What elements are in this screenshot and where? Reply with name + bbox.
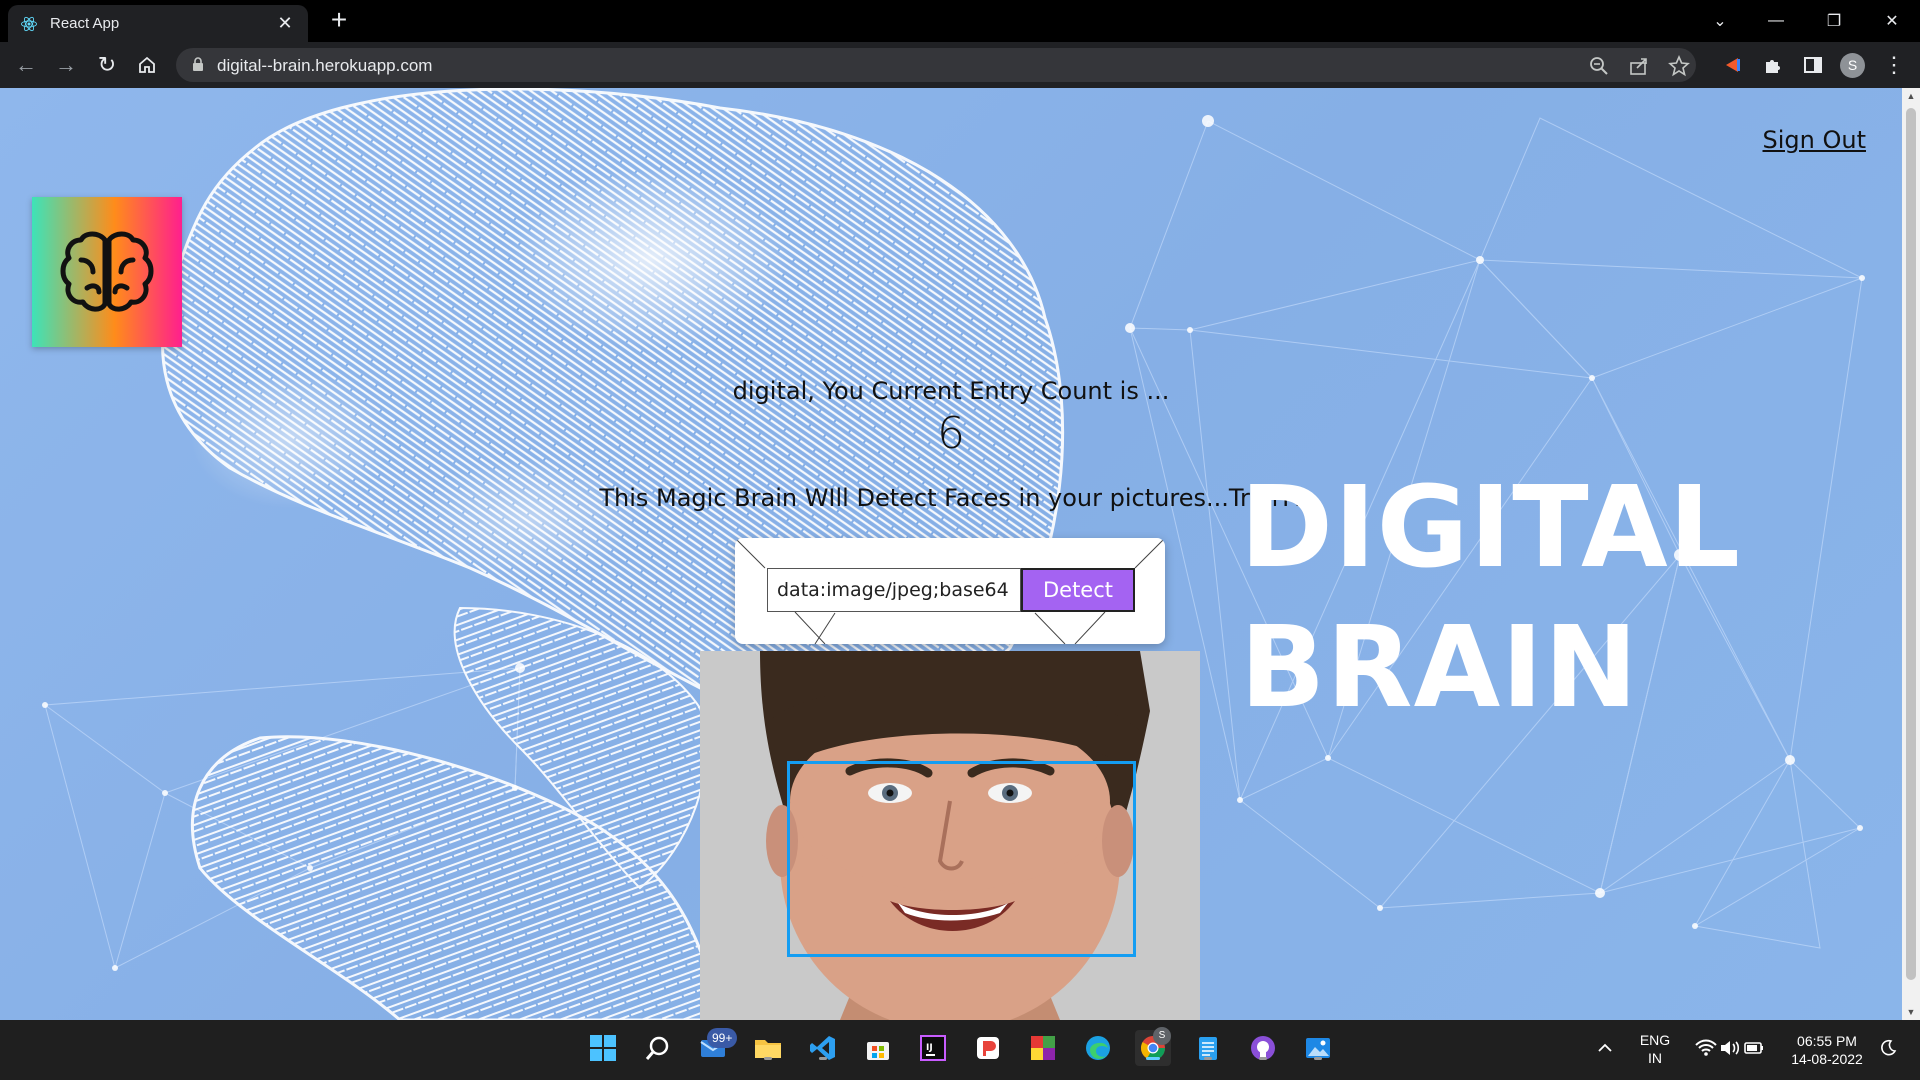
bookmark-star-icon[interactable] [1668,55,1690,77]
language-line1: ENG [1639,1032,1671,1048]
taskbar-photos[interactable] [1300,1030,1336,1066]
extension-icon[interactable] [1722,54,1744,76]
title-line-digital: DIGITAL [1240,463,1741,593]
battery-icon [1744,1042,1763,1054]
browser-toolbar: ← → ↻ digital--brain.herokuapp.com S ⋮ [0,42,1920,88]
running-indicator [1314,1057,1322,1060]
entry-count-value: 6 [937,408,965,459]
page-title: DIGITAL BRAIN [1240,458,1741,738]
brain-icon [60,231,154,312]
notifications-button[interactable] [1876,1030,1900,1066]
address-bar[interactable]: digital--brain.herokuapp.com [176,48,1696,82]
taskbar-store[interactable] [860,1030,896,1066]
clock-time: 06:55 PM [1797,1033,1857,1049]
detect-button[interactable]: Detect [1021,568,1135,612]
scroll-down-arrow-icon[interactable]: ▼ [1902,1004,1920,1020]
tab-title: React App [50,15,120,32]
entry-count-message: digital, You Current Entry Count is ... [732,377,1170,405]
notes-icon [977,1037,999,1059]
side-panel-icon[interactable] [1802,54,1824,76]
face-bounding-box [787,761,1136,957]
clock[interactable]: 06:55 PM 14-08-2022 [1774,1032,1880,1068]
edge-icon [1086,1036,1110,1060]
taskbar-notepad[interactable] [1190,1030,1226,1066]
grid-app-icon [1031,1036,1055,1060]
forward-button[interactable]: → [50,50,82,80]
scroll-thumb[interactable] [1906,108,1916,980]
windows-icon [590,1035,616,1061]
language-line2: IN [1648,1050,1662,1066]
tab-strip: React App ✕ + ⌄ — ❐ ✕ [0,0,1920,42]
profile-avatar[interactable]: S [1840,53,1865,78]
running-indicator [1204,1057,1212,1060]
moon-icon [1881,1039,1897,1056]
wifi-icon [1695,1039,1717,1056]
start-button[interactable] [585,1030,621,1066]
language-indicator[interactable]: ENG IN [1630,1031,1680,1067]
svg-text:IJ: IJ [926,1043,933,1053]
taskbar-notes-app[interactable] [970,1030,1006,1066]
zoom-icon[interactable] [1588,55,1610,77]
search-icon [645,1036,669,1060]
close-window-button[interactable]: ✕ [1864,0,1920,42]
home-icon [139,56,155,73]
taskbar-file-explorer[interactable] [750,1030,786,1066]
react-icon [21,16,37,31]
restore-button[interactable]: ❐ [1806,0,1862,42]
windows-taskbar: IJ ENG IN 06:55 PM 14-08-2022 [0,1020,1920,1080]
home-button[interactable] [131,50,163,80]
taskbar-vscode[interactable] [805,1030,841,1066]
store-icon [867,1042,889,1060]
page-scrollbar[interactable]: ▲ ▼ [1902,88,1920,1020]
menu-kebab-icon[interactable]: ⋮ [1878,50,1910,80]
new-tab-button[interactable]: + [324,5,354,37]
title-line-brain: BRAIN [1240,603,1639,733]
taskbar-intellij[interactable]: IJ [915,1030,951,1066]
taskbar-colorful-app[interactable] [1025,1030,1061,1066]
tab-react-app[interactable]: React App ✕ [8,5,308,42]
url-text: digital--brain.herokuapp.com [217,56,433,75]
page-viewport: Sign Out digital, You Current Entry Coun… [0,88,1902,1020]
active-indicator [1146,1057,1160,1060]
clock-date: 14-08-2022 [1791,1051,1863,1067]
puzzle-icon[interactable] [1762,54,1784,76]
tab-search-icon[interactable]: ⌄ [1692,0,1748,42]
image-url-input[interactable] [767,568,1021,612]
search-button[interactable] [640,1030,676,1066]
taskbar-edge[interactable] [1080,1030,1116,1066]
brain-logo[interactable] [32,197,182,347]
volume-icon [1721,1041,1740,1055]
reload-button[interactable]: ↻ [91,50,123,80]
image-url-form: Detect [735,538,1165,644]
lock-icon [193,57,203,71]
mail-unread-badge: 99+ [707,1028,738,1048]
minimize-button[interactable]: — [1748,0,1804,42]
taskbar-github-desktop[interactable] [1245,1030,1281,1066]
chrome-profile-badge: S [1153,1027,1171,1045]
intellij-icon: IJ [920,1035,946,1061]
back-button[interactable]: ← [10,50,42,80]
running-indicator [819,1057,827,1060]
detected-image [700,651,1200,1020]
close-tab-icon[interactable]: ✕ [274,13,296,34]
quick-settings[interactable] [1685,1030,1775,1066]
running-indicator [764,1057,772,1060]
running-indicator [1259,1057,1267,1060]
sign-out-link[interactable]: Sign Out [1763,126,1867,154]
share-icon[interactable] [1628,55,1650,77]
tray-overflow-chevron-icon[interactable] [1593,1030,1617,1066]
scroll-up-arrow-icon[interactable]: ▲ [1902,88,1920,104]
